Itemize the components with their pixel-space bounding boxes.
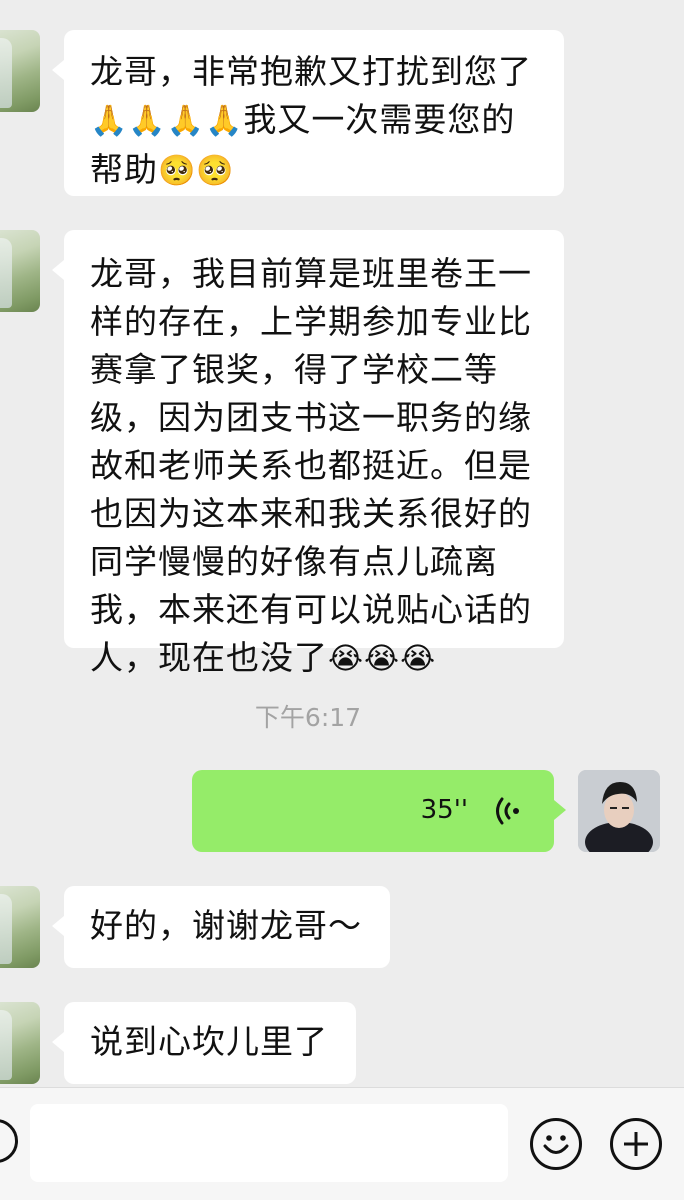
message-line: 赛拿了银奖，得了学校二等 — [90, 350, 498, 389]
message-line: 说到心坎儿里了 — [90, 1022, 328, 1061]
voice-message-bubble[interactable]: 35'' — [192, 770, 566, 852]
message-line: 人，现在也没了😭😭😭 — [90, 638, 437, 677]
message-line: 好的，谢谢龙哥～ — [90, 906, 362, 945]
contact-avatar[interactable] — [0, 30, 40, 112]
contact-avatar[interactable] — [0, 230, 40, 312]
plus-icon[interactable] — [610, 1118, 662, 1170]
contact-avatar[interactable] — [0, 1002, 40, 1084]
pleading-emoji: 🥺🥺 — [158, 153, 235, 188]
voice-duration: 35'' — [420, 795, 468, 825]
message-bubble: 好的，谢谢龙哥～ — [52, 886, 390, 968]
message-line: 龙哥，我目前算是班里卷王一 — [90, 254, 532, 293]
chat-input-bar — [0, 1087, 684, 1200]
message-line: 级，因为团支书这一职务的缘 — [90, 398, 532, 437]
crying-emoji: 😭😭😭 — [328, 641, 437, 677]
message-line: 帮助🥺🥺 — [90, 149, 235, 189]
message-bubble: 说到心坎儿里了 — [52, 1002, 356, 1084]
message-line: 龙哥，非常抱歉又打扰到您了 — [90, 52, 532, 91]
message-bubble: 龙哥，我目前算是班里卷王一 样的存在，上学期参加专业比 赛拿了银奖，得了学校二等… — [52, 230, 564, 677]
message-input[interactable] — [30, 1104, 508, 1182]
message-bubble: 龙哥，非常抱歉又打扰到您了 🙏🙏🙏🙏我又一次需要您的 帮助🥺🥺 — [52, 30, 564, 196]
contact-avatar[interactable] — [0, 886, 40, 968]
pray-emoji: 🙏🙏🙏🙏 — [90, 103, 244, 139]
message-line: 我，本来还有可以说贴心话的 — [90, 590, 532, 629]
voice-input-icon[interactable] — [0, 1119, 18, 1163]
person-avatar-icon — [578, 770, 660, 852]
voice-wave-icon — [496, 797, 519, 825]
message-line: 🙏🙏🙏🙏我又一次需要您的 — [90, 100, 516, 139]
message-line: 样的存在，上学期参加专业比 — [90, 302, 532, 341]
message-line: 故和老师关系也都挺近。但是 — [90, 446, 532, 485]
smile-icon[interactable] — [530, 1118, 582, 1170]
message-line: 也因为这本来和我关系很好的 — [90, 494, 532, 533]
message-line: 同学慢慢的好像有点儿疏离 — [90, 542, 498, 581]
my-avatar[interactable] — [578, 770, 660, 852]
message-timestamp: 下午6:17 — [254, 703, 362, 732]
